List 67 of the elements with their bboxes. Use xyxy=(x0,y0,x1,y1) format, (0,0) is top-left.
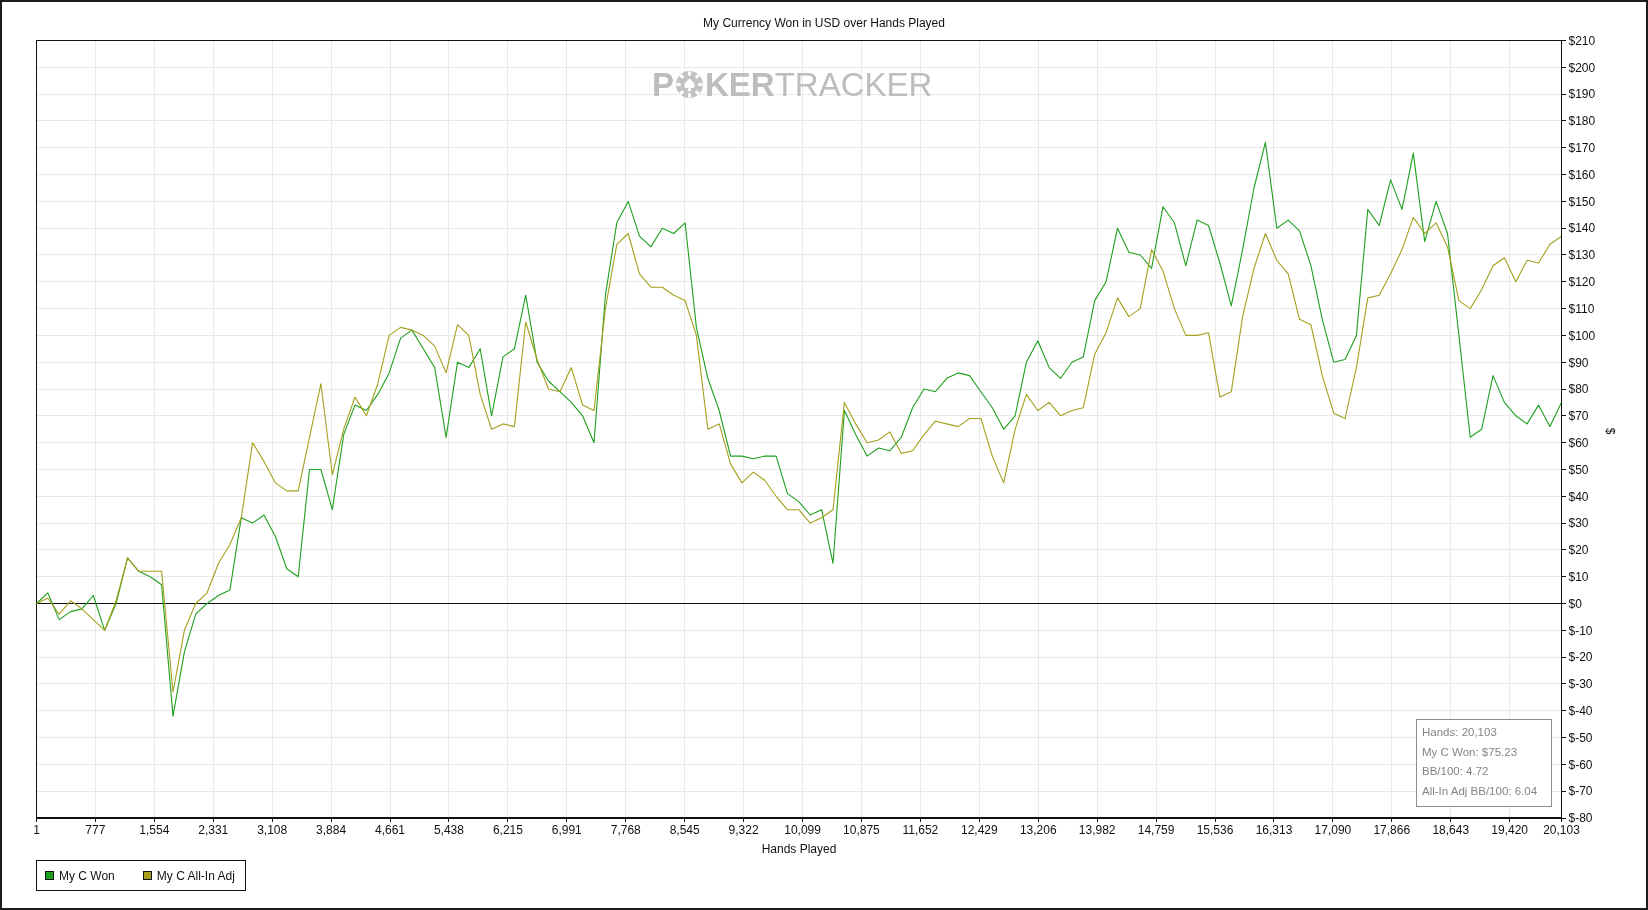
y-tick-label: $50 xyxy=(1568,462,1589,477)
x-tick-label: 1,554 xyxy=(139,822,170,837)
x-tick-label: 6,991 xyxy=(551,822,582,837)
y-tick-label: $-70 xyxy=(1568,784,1593,799)
stats-text: All-In Adj BB/100: 6.04 xyxy=(1422,783,1538,799)
stats-text: Hands: 20,103 xyxy=(1422,725,1497,740)
x-tick-label: 16,313 xyxy=(1255,822,1293,837)
y-tick-label: $-50 xyxy=(1568,730,1593,745)
y-tick-label: $170 xyxy=(1568,141,1596,156)
x-tick-label: 7,768 xyxy=(610,822,641,837)
chart-title: My Currency Won in USD over Hands Played xyxy=(703,16,945,30)
y-tick-label: $100 xyxy=(1568,328,1596,343)
chip-icon xyxy=(676,71,703,98)
x-tick-label: 17,866 xyxy=(1373,822,1411,837)
x-tick-label: 10,875 xyxy=(843,822,880,837)
y-tick-label: $-40 xyxy=(1568,704,1593,719)
x-tick-label: 4,661 xyxy=(375,822,406,837)
y-tick-label: $110 xyxy=(1568,301,1595,316)
y-tick-label: $70 xyxy=(1568,409,1589,424)
y-tick-label: $60 xyxy=(1568,435,1589,450)
x-tick-label: 1 xyxy=(33,822,40,837)
y-tick-label: $0 xyxy=(1568,596,1582,611)
y-tick-label: $30 xyxy=(1568,516,1589,531)
y-tick-label: $-20 xyxy=(1568,650,1593,665)
x-tick-label: 12,429 xyxy=(961,822,998,837)
y-tick-label: $80 xyxy=(1568,382,1589,397)
y-tick-label: $140 xyxy=(1568,221,1596,236)
stats-text: BB/100: 4.72 xyxy=(1422,764,1489,779)
legend-label: My C All-In Adj xyxy=(156,868,235,883)
y-tick-label: $180 xyxy=(1568,114,1596,129)
x-tick-label: 10,099 xyxy=(784,822,821,837)
x-tick-label: 6,215 xyxy=(492,822,523,837)
x-tick-label: 3,108 xyxy=(257,822,288,837)
y-tick-label: $130 xyxy=(1568,248,1596,263)
x-tick-label: 17,090 xyxy=(1314,822,1352,837)
stats-text: My C Won: $75.23 xyxy=(1422,744,1518,760)
logo-text: P xyxy=(652,68,674,101)
y-tick-label: $40 xyxy=(1568,489,1589,504)
y-tick-label: $120 xyxy=(1568,275,1596,290)
x-tick-label: 8,545 xyxy=(669,822,700,837)
x-tick-label: 13,982 xyxy=(1078,822,1116,837)
x-tick-label: 777 xyxy=(85,822,106,837)
x-tick-label: 18,643 xyxy=(1432,822,1470,837)
y-tick-label: $90 xyxy=(1568,355,1589,370)
y-tick-label: $150 xyxy=(1568,194,1596,209)
y-tick-label: $10 xyxy=(1568,570,1589,584)
x-tick-label: 14,759 xyxy=(1137,822,1175,837)
legend-label: My C Won xyxy=(59,868,115,883)
y-tick-label: $200 xyxy=(1568,60,1596,75)
y-tick-label: $-60 xyxy=(1568,757,1593,772)
x-tick-label: 9,322 xyxy=(728,822,759,837)
y-tick-label: $160 xyxy=(1568,167,1596,182)
x-tick-label: 11,652 xyxy=(902,822,939,837)
y-tick-label: $190 xyxy=(1568,87,1596,102)
x-tick-label: 2,331 xyxy=(198,822,229,837)
y-tick-label: $210 xyxy=(1568,33,1596,48)
y-tick-label: $-10 xyxy=(1568,623,1593,638)
y-axis-title: $ xyxy=(1602,427,1617,435)
x-tick-label: 13,206 xyxy=(1019,822,1057,837)
y-tick-label: $-30 xyxy=(1568,677,1593,692)
y-tick-label: $20 xyxy=(1568,543,1589,558)
logo-text: KERTRACKER xyxy=(705,68,933,101)
x-tick-label: 5,438 xyxy=(433,822,464,837)
x-tick-label: 15,536 xyxy=(1196,822,1234,837)
x-tick-label: 3,884 xyxy=(316,822,347,837)
x-axis-title: Hands Played xyxy=(761,841,837,856)
x-tick-label: 19,420 xyxy=(1491,822,1529,837)
